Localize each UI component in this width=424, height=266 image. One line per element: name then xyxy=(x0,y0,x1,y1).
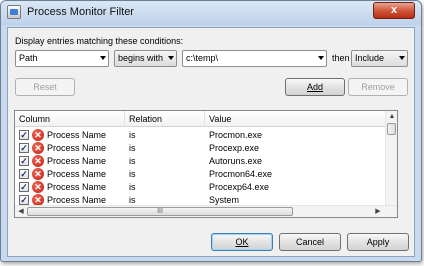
row-value: Autoruns.exe xyxy=(209,156,263,166)
row-value: Procmon64.exe xyxy=(209,169,273,179)
action-select[interactable]: Include xyxy=(351,50,408,67)
add-button[interactable]: Add xyxy=(285,78,345,96)
list-row[interactable]: ✓ ✕ Process Name is Procmon64.exe xyxy=(15,168,397,181)
filter-dialog: Process Monitor Filter x Display entries… xyxy=(0,0,422,262)
row-value: Procexp.exe xyxy=(209,143,260,153)
then-label: then xyxy=(332,53,350,63)
row-column: Process Name xyxy=(47,169,107,179)
row-column: Process Name xyxy=(47,195,107,205)
ok-button-label: OK xyxy=(235,237,249,247)
conditions-label: Display entries matching these condition… xyxy=(15,36,184,46)
row-value: System xyxy=(209,195,240,205)
chevron-down-icon xyxy=(399,56,405,60)
row-column: Process Name xyxy=(47,182,107,192)
dialog-client-area: Display entries matching these condition… xyxy=(7,27,415,257)
column-header-column[interactable]: Column xyxy=(15,111,125,127)
title-bar[interactable]: Process Monitor Filter x xyxy=(1,1,421,25)
close-button[interactable]: x xyxy=(373,2,415,19)
exclude-x-icon: ✕ xyxy=(32,168,44,180)
add-button-label: Add xyxy=(306,82,323,92)
list-header: Column Relation Value xyxy=(15,111,397,127)
vertical-scroll-thumb[interactable] xyxy=(387,123,396,135)
chevron-down-icon xyxy=(318,56,324,60)
apply-button-label: Apply xyxy=(366,237,390,247)
cancel-button[interactable]: Cancel xyxy=(279,233,341,251)
row-column: Process Name xyxy=(47,130,107,140)
column-select-value: Path xyxy=(19,53,38,63)
exclude-x-icon: ✕ xyxy=(32,142,44,154)
row-value: Procexp64.exe xyxy=(209,182,270,192)
row-column: Process Name xyxy=(47,143,107,153)
window-title: Process Monitor Filter xyxy=(27,6,134,18)
scroll-up-icon[interactable]: ▲ xyxy=(387,112,397,122)
exclude-x-icon: ✕ xyxy=(32,155,44,167)
reset-button[interactable]: Reset xyxy=(15,78,75,96)
vertical-scrollbar[interactable]: ▲ xyxy=(385,111,397,205)
column-select[interactable]: Path xyxy=(15,50,109,67)
row-relation: is xyxy=(129,195,136,205)
chevron-down-icon xyxy=(168,56,174,60)
row-relation: is xyxy=(129,169,136,179)
app-icon xyxy=(7,5,21,19)
list-body: ✓ ✕ Process Name is Procmon.exe ✓ ✕ Proc… xyxy=(15,127,397,205)
row-relation: is xyxy=(129,156,136,166)
list-row[interactable]: ✓ ✕ Process Name is System xyxy=(15,194,397,205)
filter-list[interactable]: Column Relation Value ✓ ✕ Process Name i… xyxy=(14,110,398,218)
cancel-button-label: Cancel xyxy=(295,237,324,247)
remove-button[interactable]: Remove xyxy=(348,78,408,96)
exclude-x-icon: ✕ xyxy=(32,181,44,193)
row-checkbox[interactable]: ✓ xyxy=(19,182,29,192)
scroll-left-icon[interactable]: ◀ xyxy=(16,207,26,217)
list-row[interactable]: ✓ ✕ Process Name is Autoruns.exe xyxy=(15,155,397,168)
row-checkbox[interactable]: ✓ xyxy=(19,130,29,140)
value-combo[interactable]: c:\temp\ xyxy=(182,50,327,67)
row-checkbox[interactable]: ✓ xyxy=(19,169,29,179)
column-header-relation[interactable]: Relation xyxy=(125,111,205,127)
relation-select[interactable]: begins with xyxy=(114,50,177,67)
row-relation: is xyxy=(129,182,136,192)
value-combo-text: c:\temp\ xyxy=(186,53,219,63)
apply-button[interactable]: Apply xyxy=(347,233,409,251)
horizontal-scroll-thumb[interactable]: III xyxy=(27,207,293,216)
row-value: Procmon.exe xyxy=(209,130,263,140)
ok-button[interactable]: OK xyxy=(211,233,273,251)
horizontal-scrollbar[interactable]: ◀ III ▶ xyxy=(15,205,397,217)
scroll-grip-icon: III xyxy=(157,208,163,215)
row-relation: is xyxy=(129,143,136,153)
column-header-value[interactable]: Value xyxy=(205,111,387,127)
exclude-x-icon: ✕ xyxy=(32,194,44,205)
row-checkbox[interactable]: ✓ xyxy=(19,195,29,205)
list-row[interactable]: ✓ ✕ Process Name is Procexp64.exe xyxy=(15,181,397,194)
action-select-value: Include xyxy=(355,53,385,63)
scroll-right-icon[interactable]: ▶ xyxy=(373,207,383,217)
row-checkbox[interactable]: ✓ xyxy=(19,156,29,166)
row-column: Process Name xyxy=(47,156,107,166)
row-relation: is xyxy=(129,130,136,140)
row-checkbox[interactable]: ✓ xyxy=(19,143,29,153)
chevron-down-icon xyxy=(100,56,106,60)
list-row[interactable]: ✓ ✕ Process Name is Procexp.exe xyxy=(15,142,397,155)
exclude-x-icon: ✕ xyxy=(32,129,44,141)
list-row[interactable]: ✓ ✕ Process Name is Procmon.exe xyxy=(15,129,397,142)
relation-select-value: begins with xyxy=(118,53,164,63)
